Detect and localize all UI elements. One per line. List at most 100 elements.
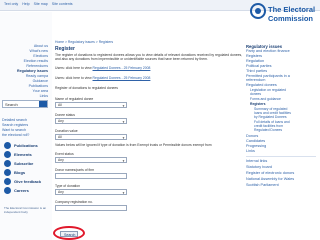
related-assembly-wales[interactable]: National Assembly for Wales: [246, 177, 294, 181]
donation-value-label: Donation value: [55, 129, 78, 133]
donation-type-label: Type of donation: [55, 184, 81, 188]
event-status-select[interactable]: Any ▼: [55, 157, 127, 163]
icon-link-label: Careers: [14, 188, 29, 193]
site-search-box[interactable]: Search: [2, 100, 48, 108]
right-sub-from-donees[interactable]: Regulated Donees: [254, 128, 282, 132]
related-electronic-donors[interactable]: Register of electronic donors: [246, 171, 294, 175]
right-nav-progressing[interactable]: Progressing: [246, 144, 266, 148]
top-link-site-contents[interactable]: Site contents: [52, 2, 73, 6]
left-nav-about[interactable]: About us: [34, 44, 48, 48]
quick-link-electoral-roll[interactable]: the electoral roll?: [2, 133, 48, 138]
company-reg-input[interactable]: [55, 205, 127, 211]
donation-type-value: Any: [58, 190, 64, 194]
donee-status-label: Donee status: [55, 113, 75, 117]
icon-link-careers[interactable]: Careers: [4, 187, 29, 194]
subscribe-icon: [4, 160, 11, 167]
users-line-1: Users: click here to view Regulated Done…: [55, 66, 245, 70]
event-status-value: Any: [58, 158, 64, 162]
icon-link-publications[interactable]: Publications: [4, 142, 38, 149]
breadcrumb[interactable]: Home > Regulatory issues > Registers: [55, 40, 113, 44]
right-divider: [246, 156, 316, 157]
donee-status-value: Any: [58, 119, 64, 123]
page-title: Register: [55, 46, 76, 52]
left-nav-publications[interactable]: Publications: [29, 84, 48, 88]
site-search-label: Search: [5, 102, 18, 107]
donation-value-select[interactable]: All ▼: [55, 134, 127, 140]
left-nav-referendums[interactable]: Referendums: [26, 64, 48, 68]
right-nav-regulation[interactable]: Regulation: [246, 59, 264, 63]
regulated-donees-link-1[interactable]: Regulated Donees - 25 February 2008: [93, 66, 151, 70]
right-nav-referendum[interactable]: referendum: [246, 78, 265, 82]
right-nav-links[interactable]: Links: [246, 149, 255, 153]
related-scottish-parliament[interactable]: Scottish Parliament: [246, 183, 279, 187]
right-sub-by-donees[interactable]: by Regulated Donees: [254, 115, 287, 119]
users-line-2-text: Users: click here to view: [55, 76, 92, 80]
top-link-text-only[interactable]: Text only: [4, 2, 18, 6]
left-nav-your-area[interactable]: Your area: [33, 89, 48, 93]
register-subheading: Register of donations to regulated donee…: [55, 86, 118, 90]
search-button[interactable]: Search: [60, 231, 78, 237]
name-select-value: All: [58, 103, 62, 107]
quick-links: Detailed search Search registers Want to…: [2, 118, 48, 138]
related-internal-links[interactable]: Internal links: [246, 159, 267, 163]
chevron-down-icon: ▼: [122, 191, 125, 195]
users-line-2: Users: click here to view Regulated Done…: [55, 76, 245, 80]
icon-link-label: Elements: [14, 152, 32, 157]
left-nav-whats-new[interactable]: What's new: [30, 49, 48, 53]
users-line-1-text: Users: click here to view: [55, 66, 92, 70]
icon-link-label: Give feedback: [14, 179, 42, 184]
donee-status-select[interactable]: Any ▼: [55, 118, 127, 124]
icon-link-label: Publications: [14, 143, 38, 148]
right-sub-donees[interactable]: donees: [250, 92, 261, 96]
icon-link-elements[interactable]: Elements: [4, 151, 32, 158]
left-nav-guidance[interactable]: Guidance: [33, 79, 48, 83]
feedback-icon: [4, 178, 11, 185]
chevron-down-icon: ▼: [122, 136, 125, 140]
left-nav-links[interactable]: Links: [40, 94, 48, 98]
right-nav-registers[interactable]: Registers: [246, 54, 262, 58]
chevron-down-icon: ▼: [122, 120, 125, 124]
related-statutory-board[interactable]: Statutory board: [246, 165, 272, 169]
right-nav-candidates[interactable]: Candidates: [246, 139, 265, 143]
donation-value-value: All: [58, 135, 62, 139]
left-footnote: The Electoral Commission is an independe…: [4, 206, 47, 214]
icon-link-subscribe[interactable]: Subscribe: [4, 160, 33, 167]
donation-type-select[interactable]: Any ▼: [55, 189, 127, 195]
logo-mark-icon: [250, 3, 266, 19]
intro-paragraph: The register of donations to registered …: [55, 53, 243, 62]
icon-link-label: Blogs: [14, 170, 26, 175]
top-link-help[interactable]: Help: [22, 2, 29, 6]
values-note: Values below will be ignored if type of …: [55, 143, 212, 147]
left-nav-regulatory-issues[interactable]: Regulatory issues: [17, 69, 48, 73]
right-nav-third-parties[interactable]: Third parties: [246, 69, 267, 73]
regulated-donees-link-2[interactable]: Regulated Donees - 25 February 2008: [93, 76, 151, 80]
name-label: Name of regulated donee: [55, 97, 94, 101]
event-status-label: Event status: [55, 152, 74, 156]
right-sub-registers[interactable]: Registers: [250, 102, 265, 106]
name-select[interactable]: All ▼: [55, 102, 127, 108]
site-search-go-icon[interactable]: [39, 101, 47, 107]
top-link-site-map[interactable]: Site map: [34, 2, 48, 6]
search-button-label: Search: [64, 232, 76, 237]
donor-names-label: Donor names/parts of firm: [55, 168, 95, 172]
icon-link-blogs[interactable]: Blogs: [4, 169, 25, 176]
company-reg-label: Company registration no.: [55, 200, 93, 204]
right-nav-party-finance[interactable]: Party and election finance: [246, 49, 290, 53]
left-nav-elections[interactable]: Elections: [33, 54, 48, 58]
elements-icon: [4, 151, 11, 158]
logo-line-2: Commission: [268, 14, 314, 23]
left-nav-election-results[interactable]: Election results: [24, 59, 48, 63]
publications-icon: [4, 142, 11, 149]
left-nav-ready-campa[interactable]: Ready campa: [26, 74, 48, 78]
donor-names-input[interactable]: [55, 173, 127, 179]
top-links: Text only Help Site map Site contents: [4, 2, 73, 6]
electoral-commission-logo[interactable]: The Electoral Commission: [250, 2, 315, 32]
right-nav-regulated-donees[interactable]: Regulated donees: [246, 83, 277, 87]
icon-link-label: Subscribe: [14, 161, 34, 166]
right-nav-donors[interactable]: Donors: [246, 134, 258, 138]
icon-link-feedback[interactable]: Give feedback: [4, 178, 41, 185]
right-sub-forms[interactable]: Forms and guidance: [250, 97, 281, 101]
chevron-down-icon: ▼: [122, 104, 125, 108]
right-nav-political-parties[interactable]: Political parties: [246, 64, 272, 68]
blogs-icon: [4, 169, 11, 176]
